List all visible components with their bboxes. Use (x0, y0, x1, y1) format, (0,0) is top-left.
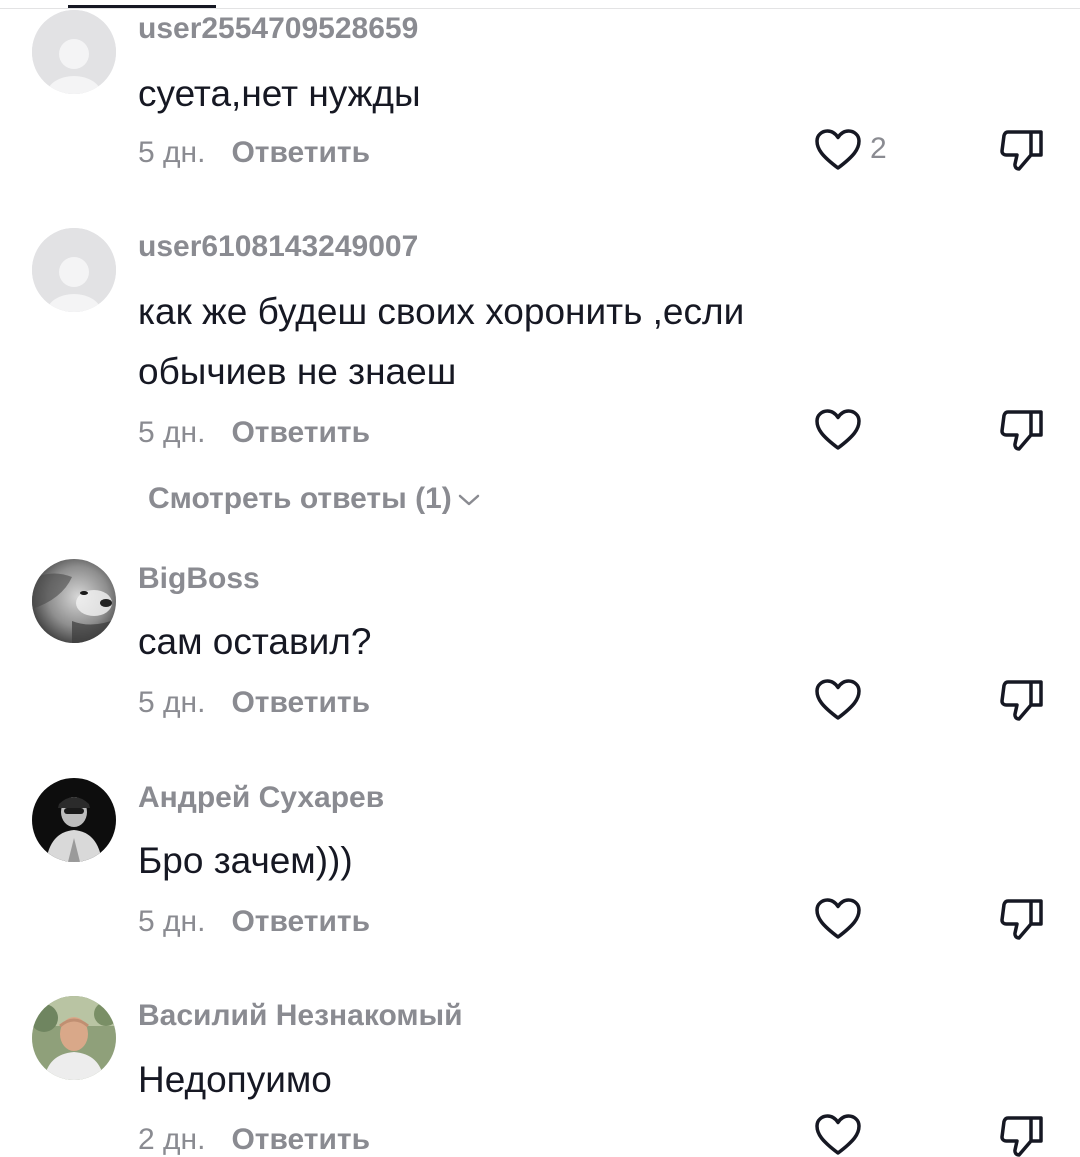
thumbs-down-icon[interactable] (998, 406, 1046, 454)
comment-meta: 5 дн. Ответить (138, 905, 370, 939)
avatar[interactable] (32, 559, 116, 643)
heart-outline-icon[interactable] (814, 897, 862, 941)
default-user-icon (32, 10, 116, 94)
comment-time: 2 дн. (138, 1123, 206, 1156)
reply-button[interactable]: Ответить (231, 136, 370, 169)
heart-outline-icon[interactable] (814, 128, 862, 172)
view-replies-label: Смотреть ответы (1) (148, 482, 452, 515)
reply-button[interactable]: Ответить (231, 416, 370, 449)
thumbs-down-icon[interactable] (998, 1112, 1046, 1157)
comment-meta: 2 дн. Ответить (138, 1123, 370, 1157)
reply-button[interactable]: Ответить (231, 905, 370, 938)
comment-meta: 5 дн. Ответить (138, 416, 370, 450)
comment-time: 5 дн. (138, 905, 206, 938)
thumbs-down-icon[interactable] (998, 126, 1046, 174)
divider (0, 8, 1080, 9)
heart-outline-icon[interactable] (814, 678, 862, 722)
comment-time: 5 дн. (138, 416, 206, 449)
default-user-icon (32, 228, 116, 312)
comment-text: Недопуимо (138, 1059, 332, 1100)
comment-text: суета,нет нужды (138, 73, 421, 114)
like-count: 2 (870, 132, 887, 165)
comment-text: как же будеш своих хоронить ,если обычие… (138, 291, 745, 392)
comment-username[interactable]: Василий Незнакомый (138, 999, 463, 1033)
heart-outline-icon[interactable] (814, 1113, 862, 1157)
comment-username[interactable]: user6108143249007 (138, 230, 418, 264)
avatar[interactable] (32, 10, 116, 94)
lion-photo (32, 559, 116, 643)
avatar[interactable] (32, 228, 116, 312)
comment-text: сам оставил? (138, 621, 372, 662)
heart-outline-icon[interactable] (814, 408, 862, 452)
thumbs-down-icon[interactable] (998, 895, 1046, 943)
comment-time: 5 дн. (138, 686, 206, 719)
avatar[interactable] (32, 996, 116, 1080)
comment-time: 5 дн. (138, 136, 206, 169)
thumbs-down-icon[interactable] (998, 676, 1046, 724)
reply-button[interactable]: Ответить (231, 686, 370, 719)
comment-username[interactable]: user2554709528659 (138, 12, 418, 46)
reply-button[interactable]: Ответить (231, 1123, 370, 1156)
comment-username[interactable]: BigBoss (138, 562, 260, 596)
chevron-down-icon (458, 494, 479, 506)
man-in-cap-photo (32, 778, 116, 862)
comment-username[interactable]: Андрей Сухарев (138, 781, 384, 815)
comment-text: Бро зачем))) (138, 840, 353, 881)
view-replies-button[interactable]: Смотреть ответы (1) (148, 482, 480, 516)
comment-meta: 5 дн. Ответить (138, 136, 370, 170)
avatar[interactable] (32, 778, 116, 862)
man-outdoor-photo (32, 996, 116, 1080)
comment-meta: 5 дн. Ответить (138, 686, 370, 720)
